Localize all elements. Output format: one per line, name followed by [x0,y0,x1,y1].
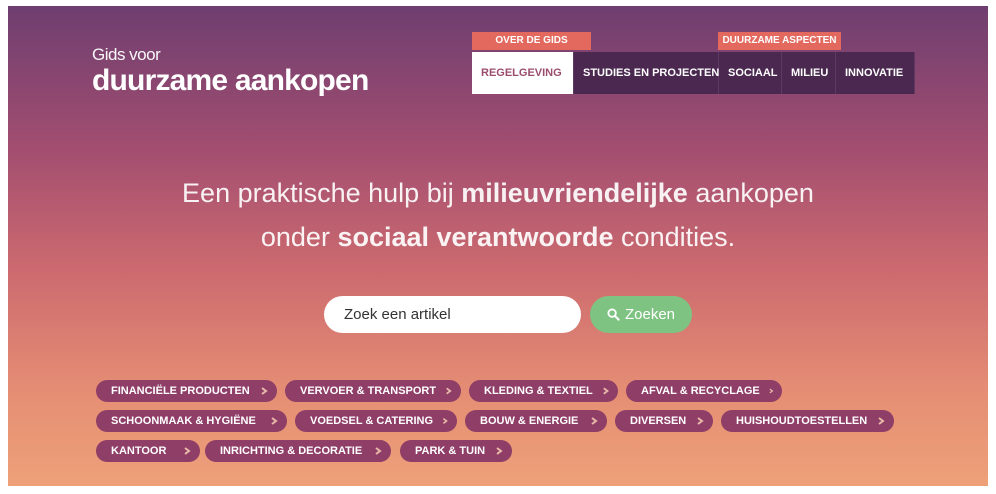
category-label: KANTOOR [111,445,167,457]
search-icon [607,308,620,321]
category-inrichting-decoratie[interactable]: INRICHTING & DECORATIE [205,440,391,462]
headline-2-post: condities. [613,222,736,252]
chevron-right-icon [769,388,774,394]
chevron-right-icon [591,417,598,425]
category-kleding-textiel[interactable]: KLEDING & TEXTIEL [469,380,618,402]
chevron-right-icon [375,447,382,455]
category-label: SCHOONMAAK & HYGIËNE [111,415,256,427]
category-schoonmaak-hygiene[interactable]: SCHOONMAAK & HYGIËNE [96,410,287,432]
chevron-right-icon [878,417,885,425]
category-vervoer-transport[interactable]: VERVOER & TRANSPORT [285,380,461,402]
headline-2-pre: onder [260,222,338,252]
headline-1-post: aankopen [687,178,814,208]
category-label: PARK & TUIN [415,445,486,457]
headline-1-bold: milieuvriendelijke [461,178,688,208]
category-label: BOUW & ENERGIE [480,415,579,427]
category-label: HUISHOUDTOESTELLEN [736,415,868,427]
category-bouw-energie[interactable]: BOUW & ENERGIE [465,410,607,432]
category-label: KLEDING & TEXTIEL [484,385,593,397]
nav-item-innovatie[interactable]: INNOVATIE [836,52,915,94]
nav-bar: REGELGEVING STUDIES EN PROJECTEN SOCIAAL… [472,52,915,94]
search-input[interactable] [324,296,581,333]
nav-item-milieu[interactable]: MILIEU [782,52,836,94]
nav-group-duurzame-aspecten[interactable]: DUURZAME ASPECTEN [718,32,841,50]
nav-item-regelgeving[interactable]: REGELGEVING [472,52,574,94]
headline-line-1: Een praktische hulp bij milieuvriendelij… [8,176,988,211]
chevron-right-icon [496,447,503,455]
category-label: AFVAL & RECYCLAGE [641,385,760,397]
chevron-right-icon [261,387,268,395]
chevron-right-icon [602,387,609,395]
category-label: VOEDSEL & CATERING [310,415,434,427]
chevron-right-icon [446,387,452,395]
search-button-label: Zoeken [624,306,676,323]
headline-1-pre: Een praktische hulp bij [182,178,462,208]
category-voedsel-catering[interactable]: VOEDSEL & CATERING [295,410,457,432]
category-label: VERVOER & TRANSPORT [300,385,437,397]
category-huishoudtoestellen[interactable]: HUISHOUDTOESTELLEN [721,410,894,432]
category-label: FINANCIËLE PRODUCTEN [111,385,250,397]
logo-title: duurzame aankopen [92,64,369,97]
search-button[interactable]: Zoeken [590,296,692,333]
nav-item-studies-en-projecten[interactable]: STUDIES EN PROJECTEN [574,52,719,94]
chevron-right-icon [271,417,278,425]
site-logo[interactable]: Gids voor duurzame aankopen [92,45,369,97]
logo-subtitle: Gids voor [92,45,161,64]
category-park-tuin[interactable]: PARK & TUIN [400,440,512,462]
headline-2-bold: sociaal verantwoorde [337,222,614,252]
chevron-right-icon [697,417,704,425]
category-financiele-producten[interactable]: FINANCIËLE PRODUCTEN [96,380,277,402]
nav-item-sociaal[interactable]: SOCIAAL [719,52,782,94]
category-label: DIVERSEN [630,415,687,427]
chevron-right-icon [184,447,191,455]
category-afval-recyclage[interactable]: AFVAL & RECYCLAGE [626,380,782,402]
hero-banner: Gids voor duurzame aankopen OVER DE GIDS… [8,6,988,486]
chevron-right-icon [442,417,448,425]
category-diversen[interactable]: DIVERSEN [615,410,713,432]
nav-group-over-de-gids[interactable]: OVER DE GIDS [472,32,591,50]
category-label: INRICHTING & DECORATIE [220,445,363,457]
category-kantoor[interactable]: KANTOOR [96,440,200,462]
headline-line-2: onder sociaal verantwoorde condities. [8,220,988,255]
